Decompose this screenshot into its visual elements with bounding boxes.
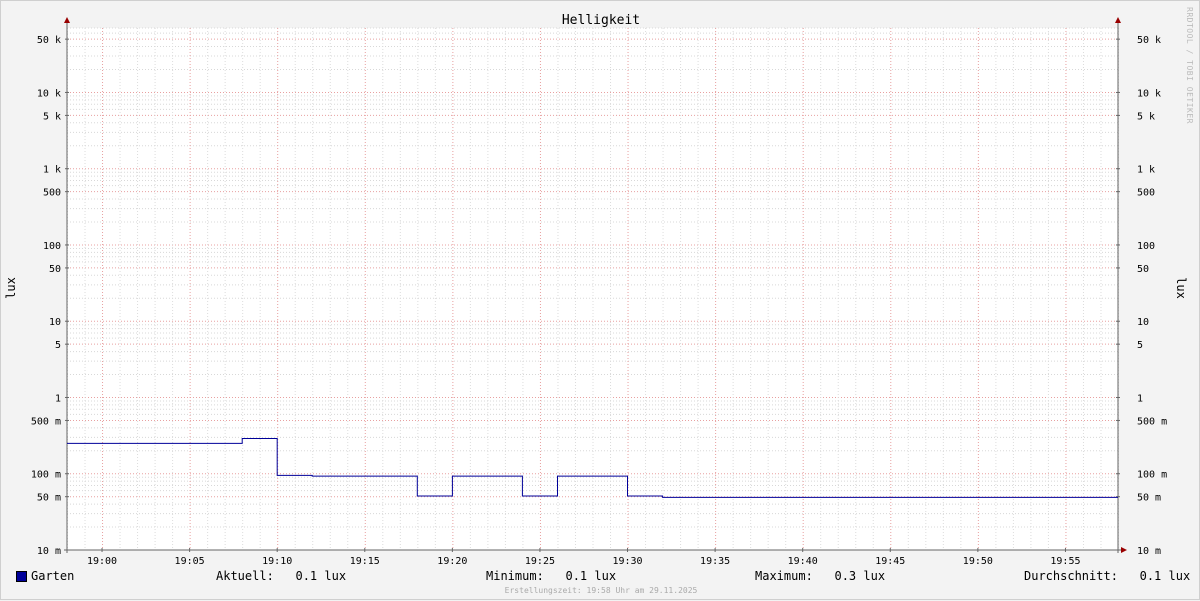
grid bbox=[67, 27, 1119, 551]
y-tick-label-right: 50 bbox=[1137, 264, 1149, 275]
x-tick-label: 19:10 bbox=[262, 556, 292, 567]
x-tick-label: 19:40 bbox=[788, 556, 818, 567]
chart-root: 50 k 50 k 10 k 10 k 5 k 5 k 1 k 1 k 500 500 100 100… bbox=[0, 0, 1200, 600]
x-tick-label: 19:20 bbox=[437, 556, 467, 567]
legend-swatch bbox=[16, 571, 27, 582]
y-tick-label: 1 k bbox=[43, 165, 61, 176]
y-axis-label-right: lux bbox=[1174, 277, 1188, 299]
footer-timestamp: Erstellungszeit: 19:58 Uhr am 29.11.2025 bbox=[504, 586, 698, 595]
x-tick-label: 19:55 bbox=[1050, 556, 1080, 567]
y-tick-label-right: 50 k bbox=[1137, 35, 1161, 46]
y-tick-label-right: 10 bbox=[1137, 317, 1149, 328]
y-axis-arrow-left bbox=[64, 17, 70, 23]
y-tick-label-right: 10 k bbox=[1137, 88, 1161, 99]
x-tick-label: 19:05 bbox=[175, 556, 205, 567]
x-tick-label: 19:50 bbox=[963, 556, 993, 567]
y-tick-label-right: 500 bbox=[1137, 188, 1155, 199]
legend-minimum: Minimum: 0.1 lux bbox=[486, 569, 617, 583]
y-tick-label-right: 5 bbox=[1137, 340, 1143, 351]
x-axis-arrow bbox=[1121, 547, 1127, 553]
legend-maximum: Maximum: 0.3 lux bbox=[755, 569, 886, 583]
x-tick-label: 19:30 bbox=[612, 556, 642, 567]
y-tick-label-right: 500 m bbox=[1137, 416, 1167, 427]
x-tick-label: 19:45 bbox=[875, 556, 905, 567]
y-tick-label: 5 bbox=[55, 340, 61, 351]
y-tick-label: 500 bbox=[43, 188, 61, 199]
y-tick-label-right: 50 m bbox=[1137, 493, 1161, 504]
x-tick-label: 19:25 bbox=[525, 556, 555, 567]
y-axis-arrow-right bbox=[1115, 17, 1121, 23]
x-tick-label: 19:00 bbox=[87, 556, 117, 567]
y-tick-label: 50 bbox=[49, 264, 61, 275]
legend-series-name: Garten bbox=[31, 569, 75, 583]
y-tick-label: 10 bbox=[49, 317, 61, 328]
chart-canvas: 50 k 50 k 10 k 10 k 5 k 5 k 1 k 1 k 500 500 100 100… bbox=[4, 13, 1188, 567]
x-tick-label: 19:35 bbox=[700, 556, 730, 567]
chart-title: Helligkeit bbox=[562, 13, 640, 28]
legend-current: Aktuell: 0.1 lux bbox=[216, 569, 347, 583]
y-tick-label: 500 m bbox=[31, 416, 61, 427]
watermark: RRDTOOL / TOBI OETIKER bbox=[1185, 7, 1194, 124]
x-tick-label: 19:15 bbox=[350, 556, 380, 567]
y-tick-label: 50 m bbox=[37, 493, 61, 504]
y-tick-label-right: 1 k bbox=[1137, 165, 1155, 176]
y-tick-label: 100 bbox=[43, 241, 61, 252]
y-tick-label-right: 1 bbox=[1137, 393, 1143, 404]
y-tick-label: 10 k bbox=[37, 88, 61, 99]
y-tick-label-right: 100 bbox=[1137, 241, 1155, 252]
y-axis-label-left: lux bbox=[4, 277, 18, 299]
y-tick-label: 1 bbox=[55, 393, 61, 404]
y-tick-label: 10 m bbox=[37, 546, 61, 557]
legend-average: Durchschnitt: 0.1 lux bbox=[1024, 569, 1191, 583]
y-tick-label-right: 10 m bbox=[1137, 546, 1161, 557]
y-tick-label: 5 k bbox=[43, 111, 61, 122]
y-tick-label: 100 m bbox=[31, 470, 61, 481]
y-tick-label-right: 100 m bbox=[1137, 470, 1167, 481]
y-tick-label-right: 5 k bbox=[1137, 111, 1155, 122]
y-tick-label: 50 k bbox=[37, 35, 61, 46]
